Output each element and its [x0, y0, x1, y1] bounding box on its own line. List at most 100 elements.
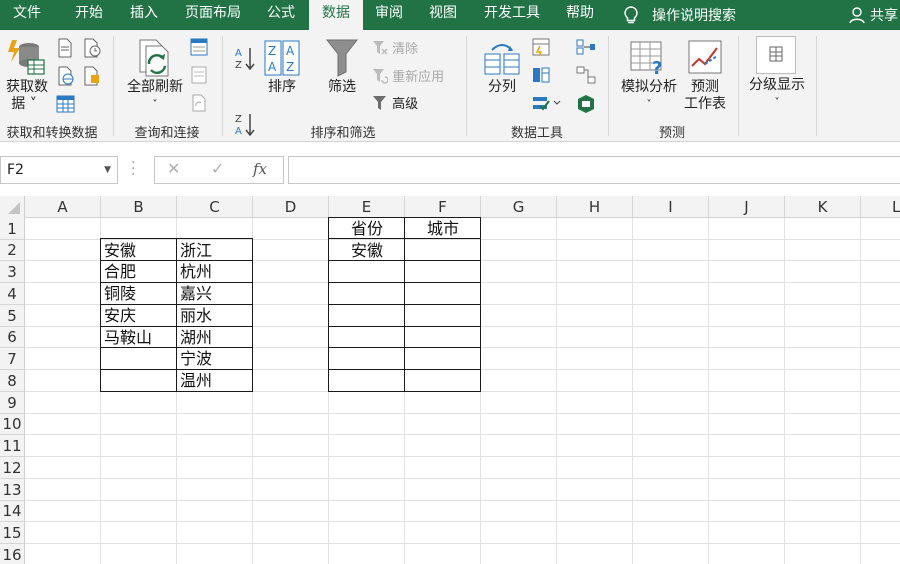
tab-data[interactable]: 数据: [309, 0, 363, 32]
row-header-1[interactable]: 1: [0, 218, 24, 240]
tab-formulas[interactable]: 公式: [258, 0, 304, 30]
column-header-b[interactable]: B: [101, 196, 177, 218]
reapply-button[interactable]: 重新应用: [372, 66, 444, 85]
from-text-icon[interactable]: [56, 38, 74, 58]
reapply-label: 重新应用: [392, 70, 445, 85]
existing-connections-icon[interactable]: [82, 66, 102, 86]
cell-b6[interactable]: 马鞍山: [104, 327, 152, 348]
sort-label: 排序: [268, 79, 296, 95]
name-box-dropdown-icon[interactable]: ▼: [104, 157, 111, 183]
cell-c3[interactable]: 杭州: [180, 261, 212, 282]
cell-b5[interactable]: 安庆: [104, 305, 136, 326]
tab-help[interactable]: 帮助: [557, 0, 603, 30]
tab-review[interactable]: 审阅: [366, 0, 412, 30]
manage-data-model-icon[interactable]: [576, 94, 596, 114]
sort-desc-icon: Z A: [235, 114, 255, 136]
row-header-15[interactable]: 15: [0, 522, 24, 544]
row-header-10[interactable]: 10: [0, 414, 24, 435]
clear-filter-button[interactable]: 清除: [372, 38, 418, 57]
svg-text:Z: Z: [235, 60, 242, 70]
gridline: [25, 456, 900, 457]
table-border: [328, 326, 481, 327]
formula-input[interactable]: [288, 156, 900, 184]
queries-connections-icon[interactable]: [190, 38, 208, 56]
cell-f1[interactable]: 城市: [405, 218, 481, 239]
column-header-a[interactable]: A: [25, 196, 101, 218]
advanced-filter-button[interactable]: 高级: [372, 93, 418, 112]
formula-bar-grip[interactable]: · · ·: [131, 156, 135, 182]
column-header-e[interactable]: E: [329, 196, 405, 218]
tell-me-label: 操作说明搜索: [652, 8, 736, 24]
row-header-14[interactable]: 14: [0, 501, 24, 522]
column-header-i[interactable]: I: [633, 196, 709, 218]
tab-home[interactable]: 开始: [64, 0, 114, 30]
relationships-icon[interactable]: [576, 66, 596, 84]
cell-e2[interactable]: 安徽: [329, 240, 405, 261]
remove-duplicates-icon[interactable]: [532, 66, 550, 84]
cell-b2[interactable]: 安徽: [104, 240, 136, 261]
row-header-8[interactable]: 8: [0, 370, 24, 392]
recent-sources-icon[interactable]: [82, 38, 102, 58]
data-validation-icon[interactable]: [532, 94, 562, 112]
group-divider: [113, 36, 114, 136]
svg-text:A: A: [268, 60, 277, 74]
row-header-2[interactable]: 2: [0, 240, 24, 261]
confirm-edit-button[interactable]: ✓: [211, 159, 224, 178]
row-header-7[interactable]: 7: [0, 348, 24, 370]
row-header-13[interactable]: 13: [0, 479, 24, 501]
consolidate-icon[interactable]: [576, 38, 596, 56]
cell-c2[interactable]: 浙江: [180, 240, 212, 261]
flash-fill-icon[interactable]: [532, 38, 550, 56]
from-table-icon[interactable]: [56, 94, 76, 114]
column-headers: A B C D E F G H I J K L: [0, 196, 900, 218]
cell-c8[interactable]: 温州: [180, 370, 212, 391]
row-header-11[interactable]: 11: [0, 435, 24, 457]
worksheet-grid[interactable]: A B C D E F G H I J K L 1 2 3 4 5 6 7 8 …: [0, 196, 900, 564]
row-header-3[interactable]: 3: [0, 261, 24, 283]
cell-c7[interactable]: 宁波: [180, 348, 212, 369]
group-get-transform: 获取和转换数据: [6, 126, 98, 141]
cancel-edit-button[interactable]: ✕: [167, 159, 180, 178]
cell-c6[interactable]: 湖州: [180, 327, 212, 348]
row-header-9[interactable]: 9: [0, 392, 24, 414]
name-box[interactable]: F2 ▼: [0, 156, 118, 184]
column-header-h[interactable]: H: [557, 196, 633, 218]
edit-links-icon[interactable]: [190, 94, 208, 112]
insert-function-button[interactable]: fx: [253, 160, 267, 178]
row-header-4[interactable]: 4: [0, 283, 24, 305]
table-border: [328, 304, 481, 305]
tab-page-layout[interactable]: 页面布局: [177, 0, 249, 30]
outline-icon: [769, 46, 783, 62]
tell-me-search[interactable]: 操作说明搜索: [622, 0, 736, 30]
share-button[interactable]: 共享: [848, 0, 898, 30]
refresh-all-dropdown-icon: ˅: [152, 99, 158, 110]
column-header-k[interactable]: K: [785, 196, 861, 218]
group-divider: [222, 36, 223, 136]
table-border: [100, 369, 253, 370]
tab-file[interactable]: 文件: [2, 0, 52, 30]
row-header-6[interactable]: 6: [0, 327, 24, 348]
row-header-5[interactable]: 5: [0, 305, 24, 327]
tab-view[interactable]: 视图: [420, 0, 466, 30]
properties-icon[interactable]: [190, 66, 208, 84]
column-header-l[interactable]: L: [861, 196, 900, 218]
cell-b4[interactable]: 铜陵: [104, 283, 136, 304]
from-web-icon[interactable]: [56, 66, 76, 86]
cell-e1[interactable]: 省份: [329, 218, 405, 239]
column-header-j[interactable]: J: [709, 196, 785, 218]
tab-developer[interactable]: 开发工具: [476, 0, 548, 30]
column-header-c[interactable]: C: [177, 196, 253, 218]
row-header-12[interactable]: 12: [0, 457, 24, 479]
cell-b3[interactable]: 合肥: [104, 261, 136, 282]
tab-insert[interactable]: 插入: [119, 0, 169, 30]
lightbulb-icon: [624, 6, 638, 24]
column-header-f[interactable]: F: [405, 196, 481, 218]
sort-asc-icon: A Z: [235, 48, 255, 70]
formula-bar: F2 ▼ · · · ✕ ✓ fx: [0, 142, 900, 196]
cell-c5[interactable]: 丽水: [180, 305, 212, 326]
select-all-corner[interactable]: [0, 196, 25, 218]
cell-c4[interactable]: 嘉兴: [180, 283, 212, 304]
row-header-16[interactable]: 16: [0, 544, 24, 564]
column-header-g[interactable]: G: [481, 196, 557, 218]
column-header-d[interactable]: D: [253, 196, 329, 218]
